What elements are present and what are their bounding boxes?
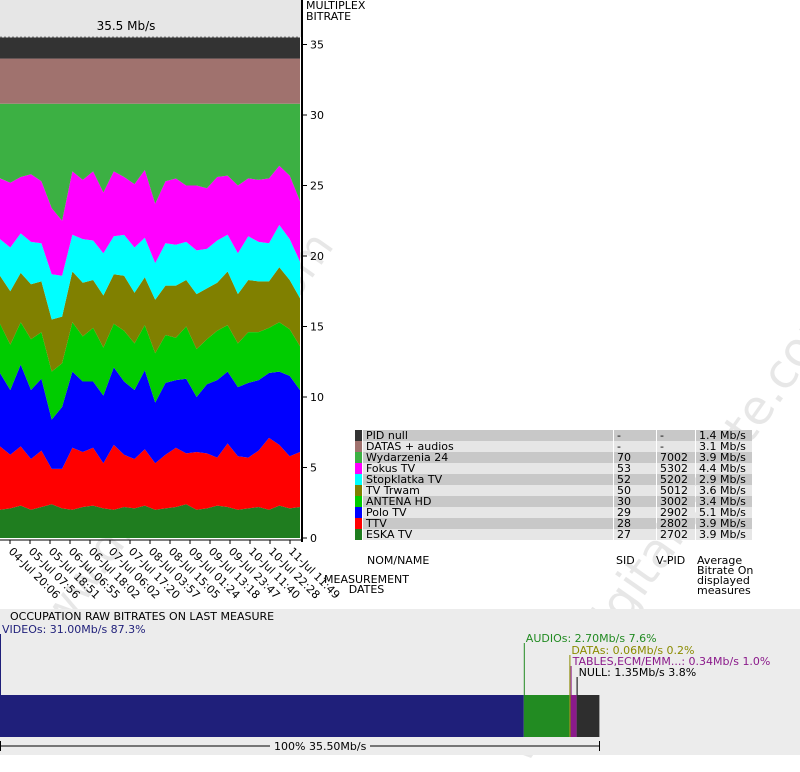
legend-swatch <box>355 496 362 507</box>
occupation-total-label: 100% 35.50Mb/s <box>270 740 371 753</box>
legend-swatch <box>355 518 362 529</box>
y-axis: 0 5 10 15 20 25 30 35 <box>301 0 324 545</box>
y-axis-label: MULTIPLEX BITRATE <box>306 0 366 23</box>
legend-row: TTV 28 2802 3.9 Mb/s <box>355 518 752 529</box>
stacked-area-chart: 0 5 10 15 20 25 30 35 04-Jul 20:0605-Jul 07:560… <box>0 0 342 602</box>
x-axis-label: MEASUREMENT DATES <box>324 573 409 596</box>
y-tick-label: 35 <box>310 39 324 52</box>
area-datas-audios <box>0 58 300 104</box>
legend-sid: 27 <box>614 529 656 540</box>
legend-swatch <box>355 474 362 485</box>
legend-row: Polo TV 29 2902 5.1 Mb/s <box>355 507 752 518</box>
y-tick-label: 30 <box>310 109 324 122</box>
legend-swatch <box>355 441 362 452</box>
y-tick-label: 10 <box>310 391 324 404</box>
x-axis: 04-Jul 20:0605-Jul 07:5605-Jul 18:5106-J… <box>0 539 342 602</box>
legend-avg: 3.9 Mb/s <box>696 529 752 540</box>
legend-swatch <box>355 529 362 540</box>
legend-header-sid: SID <box>616 554 635 567</box>
occupation-segment-video <box>0 695 524 737</box>
occupation-segment-tables <box>570 695 577 737</box>
y-tick-label: 5 <box>310 462 317 475</box>
legend-swatch <box>355 485 362 496</box>
legend-swatch <box>355 463 362 474</box>
legend-name: ESKA TV <box>363 529 613 540</box>
legend-swatch <box>355 452 362 463</box>
legend-row: ESKA TV 27 2702 3.9 Mb/s <box>355 529 752 540</box>
y-tick-label: 20 <box>310 250 324 263</box>
legend-header-name: NOM/NAME <box>367 554 430 567</box>
legend-vpid: 2702 <box>657 529 695 540</box>
legend-swatch <box>355 430 362 441</box>
occupation-panel: OCCUPATION RAW BITRATES ON LAST MEASURE … <box>0 609 800 755</box>
legend-name: Polo TV <box>363 507 613 518</box>
occupation-label-video: VIDEOs: 31.00Mb/s 87.3% <box>2 623 146 636</box>
legend-table: PID null - -1.4 Mb/s DATAS + audios - -3.1 Mb… <box>354 430 753 540</box>
occupation-segment-null <box>576 695 600 737</box>
y-tick-label: 15 <box>310 321 324 334</box>
area-pid-null <box>0 37 300 59</box>
legend-header-avg: Average Bitrate On displayed measures <box>697 554 754 597</box>
legend-swatch <box>355 507 362 518</box>
chart-areas <box>0 36 300 538</box>
legend-header-vpid: V-PID <box>656 554 686 567</box>
y-tick-label: 25 <box>310 180 324 193</box>
legend-row: ANTENA HD 30 3002 3.4 Mb/s <box>355 496 752 507</box>
y-tick-label: 0 <box>310 532 317 545</box>
area-eska-tv <box>0 504 300 538</box>
occupation-label-null: NULL: 1.35Mb/s 3.8% <box>578 666 697 679</box>
chart-title: 35.5 Mb/s <box>97 19 156 33</box>
occupation-segment-audio <box>523 695 570 737</box>
